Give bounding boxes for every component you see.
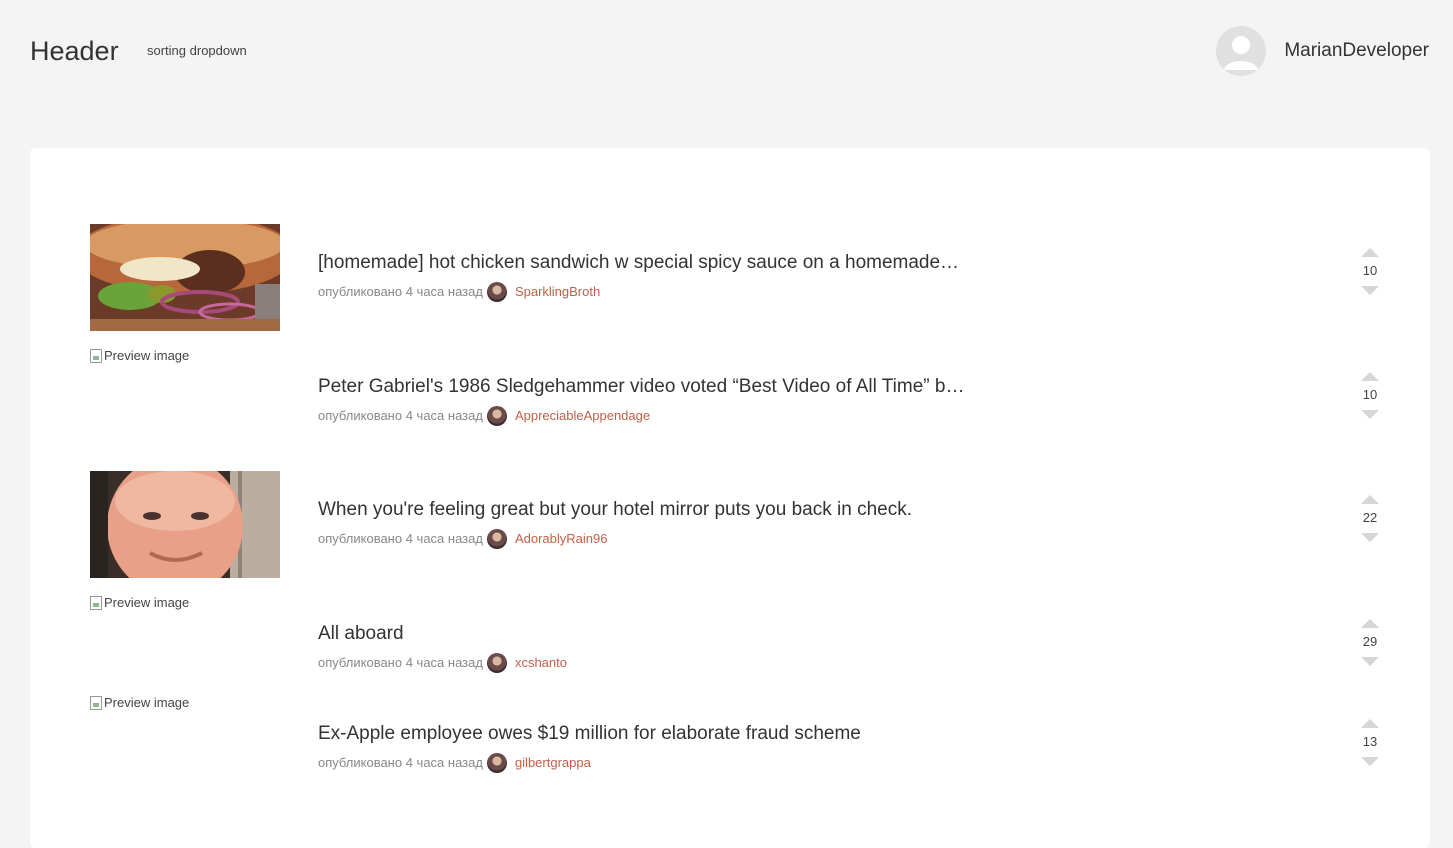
post-author-link[interactable]: gilbertgrappa [515, 753, 591, 773]
vote-score: 22 [1362, 510, 1378, 525]
post-thumbnail[interactable]: Preview image [90, 595, 189, 611]
author-avatar-icon [486, 406, 507, 426]
author-avatar-icon [486, 282, 507, 302]
upvote-arrow-icon[interactable] [1361, 719, 1379, 728]
vote-score: 10 [1362, 263, 1378, 278]
post-item: Preview image All aboard опубликовано 4 … [90, 595, 1380, 702]
user-menu[interactable]: MarianDeveloper [1216, 26, 1429, 76]
post-title[interactable]: [homemade] hot chicken sandwich w specia… [318, 250, 998, 276]
image-alt-text: Preview image [104, 595, 190, 610]
downvote-arrow-icon[interactable] [1361, 657, 1379, 666]
author-avatar-icon [486, 529, 507, 549]
post-author-link[interactable]: AdorablyRain96 [515, 529, 608, 549]
image-alt-text: Preview image [104, 348, 190, 363]
post-published-label: опубликовано 4 часа назад [318, 408, 483, 423]
vote-score: 29 [1362, 634, 1378, 649]
upvote-arrow-icon[interactable] [1361, 619, 1379, 628]
downvote-arrow-icon[interactable] [1361, 757, 1379, 766]
broken-image-icon [90, 696, 102, 710]
user-avatar-icon[interactable] [1216, 26, 1267, 76]
post-title[interactable]: All aboard [318, 621, 998, 647]
post-meta: опубликовано 4 часа назад AdorablyRain96 [318, 529, 607, 549]
post-author-link[interactable]: SparklingBroth [515, 282, 600, 302]
post-title[interactable]: Peter Gabriel's 1986 Sledgehammer video … [318, 374, 998, 400]
posts-card: [homemade] hot chicken sandwich w specia… [30, 148, 1430, 848]
post-published-label: опубликовано 4 часа назад [318, 531, 483, 546]
post-thumbnail[interactable]: Preview image [90, 695, 189, 711]
header-bar: Header sorting dropdown MarianDeveloper [0, 0, 1453, 100]
post-meta: опубликовано 4 часа назад SparklingBroth [318, 282, 600, 302]
post-published-label: опубликовано 4 часа назад [318, 655, 483, 670]
post-meta: опубликовано 4 часа назад xcshanto [318, 653, 567, 673]
vote-control: 10 [1360, 372, 1380, 419]
vote-score: 13 [1362, 734, 1378, 749]
post-thumbnail[interactable] [90, 224, 280, 331]
post-published-label: опубликовано 4 часа назад [318, 284, 483, 299]
post-thumbnail[interactable]: Preview image [90, 348, 189, 364]
vote-score: 10 [1362, 387, 1378, 402]
upvote-arrow-icon[interactable] [1361, 495, 1379, 504]
author-avatar-icon [486, 753, 507, 773]
downvote-arrow-icon[interactable] [1361, 286, 1379, 295]
post-item: Preview image Ex-Apple employee owes $19… [90, 695, 1380, 802]
post-meta: опубликовано 4 часа назад AppreciableApp… [318, 406, 650, 426]
image-alt-text: Preview image [104, 695, 190, 710]
post-published-label: опубликовано 4 часа назад [318, 755, 483, 770]
broken-image-icon [90, 596, 102, 610]
vote-control: 29 [1360, 619, 1380, 666]
post-title[interactable]: When you're feeling great but your hotel… [318, 497, 998, 523]
user-name[interactable]: MarianDeveloper [1284, 40, 1429, 62]
post-thumbnail[interactable] [90, 471, 280, 578]
post-item: When you're feeling great but your hotel… [90, 471, 1380, 578]
vote-control: 22 [1360, 495, 1380, 542]
post-author-link[interactable]: AppreciableAppendage [515, 406, 650, 426]
post-title[interactable]: Ex-Apple employee owes $19 million for e… [318, 721, 998, 747]
author-avatar-icon [486, 653, 507, 673]
vote-control: 13 [1360, 719, 1380, 766]
post-meta: опубликовано 4 часа назад gilbertgrappa [318, 753, 591, 773]
post-item: [homemade] hot chicken sandwich w specia… [90, 224, 1380, 331]
page-title: Header [30, 36, 119, 66]
downvote-arrow-icon[interactable] [1361, 533, 1379, 542]
upvote-arrow-icon[interactable] [1361, 372, 1379, 381]
vote-control: 10 [1360, 248, 1380, 295]
broken-image-icon [90, 349, 102, 363]
downvote-arrow-icon[interactable] [1361, 410, 1379, 419]
post-item: Preview image Peter Gabriel's 1986 Sledg… [90, 348, 1380, 455]
upvote-arrow-icon[interactable] [1361, 248, 1379, 257]
post-author-link[interactable]: xcshanto [515, 653, 567, 673]
sorting-dropdown[interactable]: sorting dropdown [147, 42, 247, 60]
